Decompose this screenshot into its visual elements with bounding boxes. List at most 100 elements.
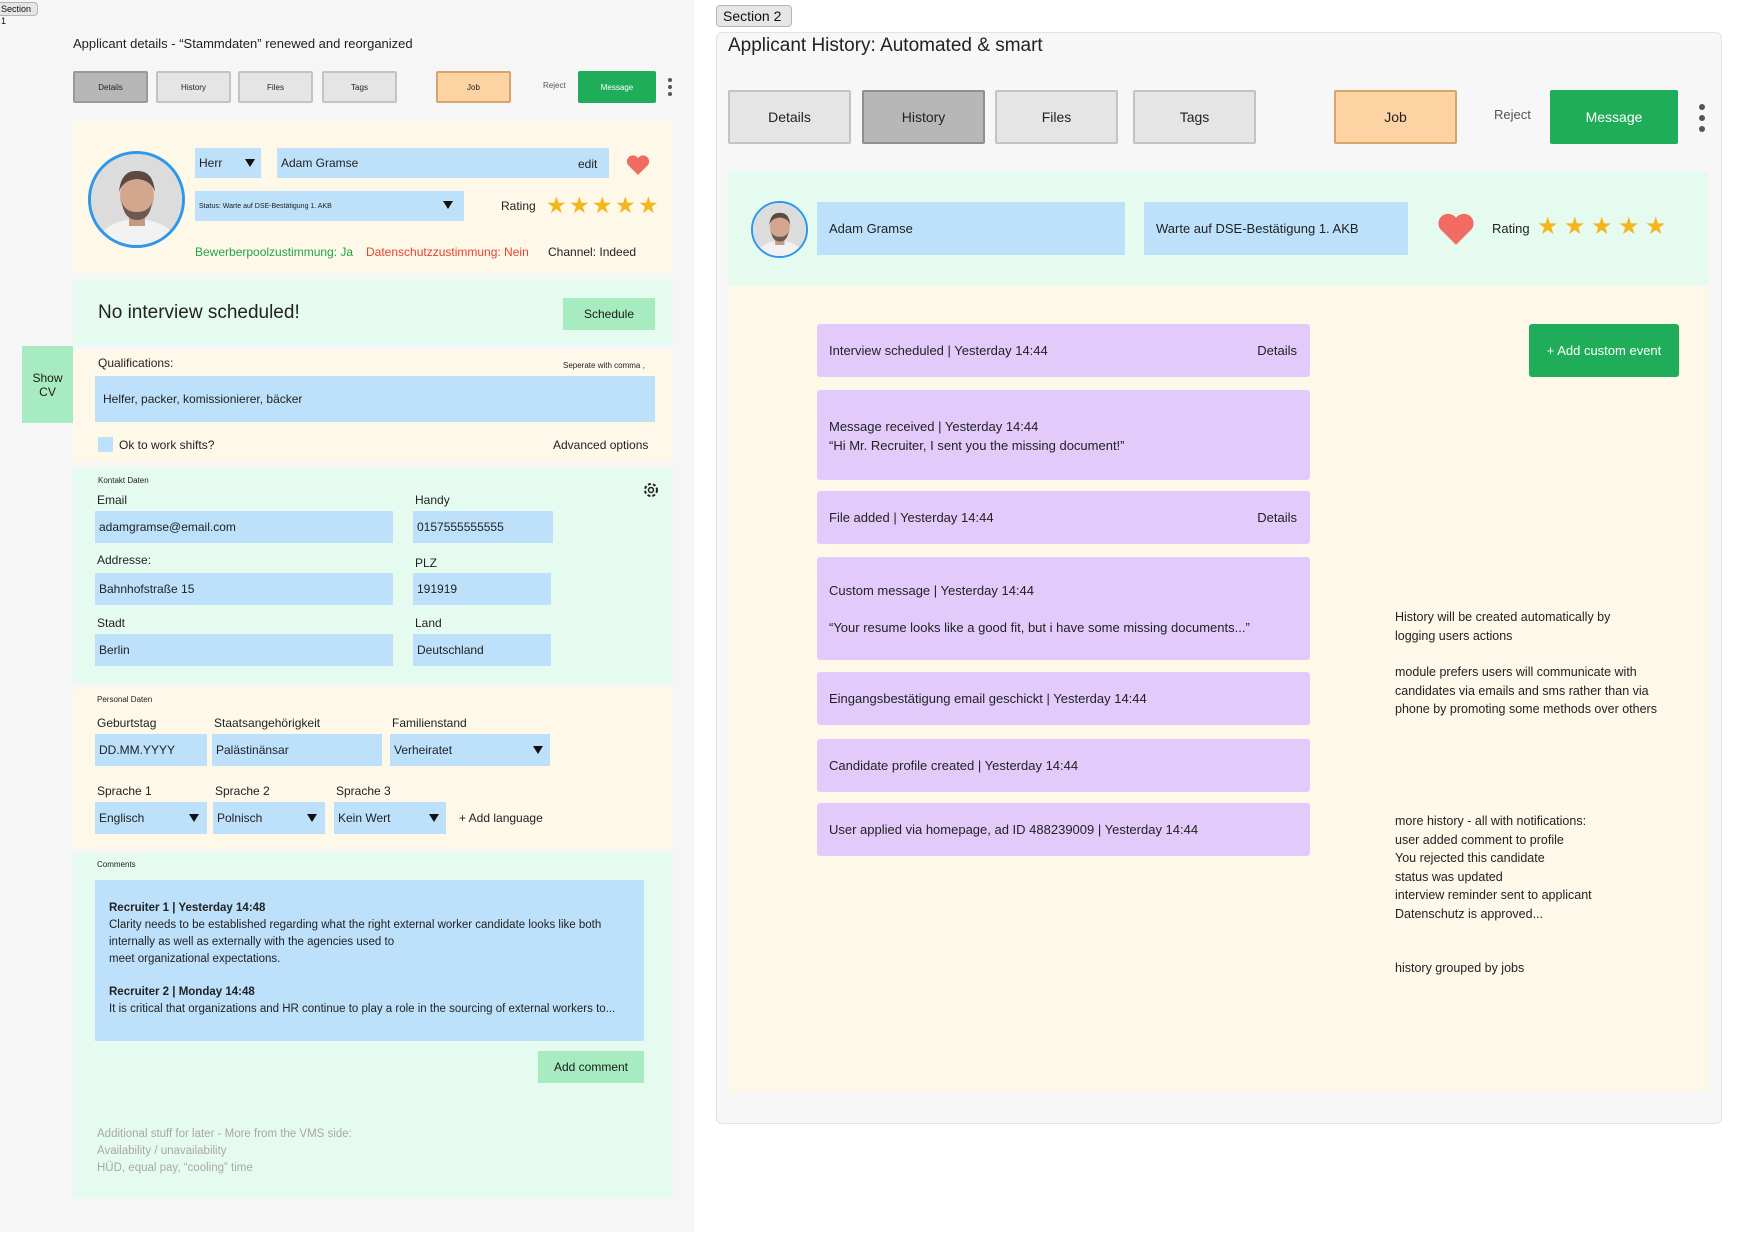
marital-select[interactable]: Verheiratet [390,734,550,766]
kebab-menu-icon[interactable] [667,78,673,96]
zip-value: 191919 [417,582,458,596]
history-event[interactable]: Candidate profile created | Yesterday 14… [817,739,1310,792]
tab-files[interactable]: Files [995,90,1118,144]
advanced-options-link[interactable]: Advanced options [553,438,648,452]
message-button[interactable]: Message [1550,90,1678,144]
star-icon[interactable]: ★ [1564,215,1591,239]
lang3-label: Sprache 3 [336,784,391,798]
add-language-link[interactable]: + Add language [459,811,543,825]
history-event[interactable]: Message received | Yesterday 14:44 “Hi M… [817,390,1310,480]
event-title: User applied via homepage, ad ID 4882390… [829,822,1199,837]
tab-files[interactable]: Files [238,71,313,103]
add-comment-button[interactable]: Add comment [538,1051,644,1083]
pool-consent: Bewerberpoolzustimmung: Ja [195,245,354,259]
history-event[interactable]: Custom message | Yesterday 14:44 “Your r… [817,557,1310,660]
name-value: Adam Gramse [281,156,359,170]
rating-stars[interactable]: ★ ★ ★ ★ ★ [546,194,661,217]
event-title: Custom message | Yesterday 14:44 [829,583,1034,598]
event-title: Interview scheduled | Yesterday 14:44 [829,343,1048,358]
personal-heading: Personal Daten [97,695,153,704]
country-field[interactable]: Deutschland [413,634,551,666]
history-title: Applicant History: Automated & smart [728,35,1043,56]
email-field[interactable]: adamgramse@email.com [95,511,393,543]
shifts-checkbox[interactable] [98,437,113,452]
annotation-note: History will be created automatically by… [1395,608,1657,719]
star-icon[interactable]: ★ [1645,215,1672,239]
note-line: History will be created automatically by [1395,610,1611,624]
channel: Channel: Indeed [548,245,637,259]
reject-button[interactable]: Reject [1494,107,1531,122]
event-title: Eingangsbestätigung email geschickt | Ye… [829,691,1147,706]
page-title: Applicant details - “Stammdaten” renewed… [73,36,413,51]
birthday-value: DD.MM.YYYY [99,743,176,757]
show-cv-button[interactable]: Show CV [22,346,73,423]
heart-icon[interactable] [1437,213,1475,245]
tab-details[interactable]: Details [728,90,851,144]
shifts-label: Ok to work shifts? [119,438,215,452]
tab-history[interactable]: History [862,90,985,144]
job-button[interactable]: Job [1334,90,1457,144]
later-note-line: HÜD, equal pay, “cooling” time [97,1162,253,1174]
event-title: File added | Yesterday 14:44 [829,510,994,525]
event-title: Message received | Yesterday 14:44 [829,419,1039,434]
tab-tags[interactable]: Tags [1133,90,1256,144]
gear-icon[interactable] [642,481,660,499]
status-field[interactable]: Warte auf DSE-Bestätigung 1. AKB [1144,202,1408,255]
tab-tags[interactable]: Tags [322,71,397,103]
star-icon[interactable]: ★ [1618,215,1645,239]
star-icon[interactable]: ★ [615,194,638,217]
star-icon[interactable]: ★ [1537,215,1564,239]
name-field[interactable]: Adam Gramse [817,202,1125,255]
comment-text: Clarity needs to be established regardin… [109,919,602,931]
tab-details[interactable]: Details [73,71,148,103]
star-icon[interactable]: ★ [546,194,569,217]
city-field[interactable]: Berlin [95,634,393,666]
note-line: status was updated [1395,869,1503,884]
history-event[interactable]: File added | Yesterday 14:44 Details [817,491,1310,544]
note-line: interview reminder sent to applicant [1395,888,1592,902]
status-select[interactable]: Status: Warte auf DSE-Bestätigung 1. AKB [195,191,464,221]
event-details-link[interactable]: Details [1257,343,1297,358]
add-custom-event-button[interactable]: + Add custom event [1529,324,1679,377]
qualifications-input[interactable]: Helfer, packer, komissionierer, bäcker [95,376,655,422]
star-icon[interactable]: ★ [1591,215,1618,239]
caret-down-icon [429,814,439,822]
qualifications-hint: Seperate with comma , [563,361,645,370]
rating-stars[interactable]: ★ ★ ★ ★ ★ [1537,215,1672,239]
note-line: Datenschutz is approved... [1395,906,1543,921]
schedule-button[interactable]: Schedule [563,298,655,330]
star-icon[interactable]: ★ [569,194,592,217]
zip-field[interactable]: 191919 [413,573,551,605]
phone-label: Handy [415,493,450,507]
email-label: Email [97,493,128,507]
name-field[interactable]: Adam Gramse [277,148,609,178]
edit-link[interactable]: edit [578,157,597,171]
lang2-label: Sprache 2 [215,784,270,798]
country-label: Land [415,616,442,630]
reject-button[interactable]: Reject [543,81,566,90]
star-icon[interactable]: ★ [638,194,661,217]
history-event[interactable]: User applied via homepage, ad ID 4882390… [817,803,1310,856]
event-body: “Hi Mr. Recruiter, I sent you the missin… [829,438,1125,453]
country-value: Deutschland [417,643,484,657]
tab-history[interactable]: History [156,71,231,103]
event-details-link[interactable]: Details [1257,510,1297,525]
kebab-menu-icon[interactable] [1698,104,1706,132]
note-line: You rejected this candidate [1395,851,1545,865]
heart-icon[interactable] [626,155,650,175]
city-label: Stadt [97,616,126,630]
history-event[interactable]: Interview scheduled | Yesterday 14:44 De… [817,324,1310,377]
annotation-note: history grouped by jobs [1395,961,1525,975]
birthday-field[interactable]: DD.MM.YYYY [95,734,207,766]
phone-field[interactable]: 0157555555555 [413,511,553,543]
history-event[interactable]: Eingangsbestätigung email geschickt | Ye… [817,672,1310,725]
later-note-line: Availability / unavailability [97,1145,227,1157]
star-icon[interactable]: ★ [592,194,615,217]
address-value: Bahnhofstraße 15 [99,582,195,596]
note-line: phone by promoting some methods over oth… [1395,702,1657,716]
message-button[interactable]: Message [578,71,656,103]
address-field[interactable]: Bahnhofstraße 15 [95,573,393,605]
marital-value: Verheiratet [394,743,453,757]
nationality-field[interactable]: Palästinänsar [212,734,382,766]
job-button[interactable]: Job [436,71,511,103]
